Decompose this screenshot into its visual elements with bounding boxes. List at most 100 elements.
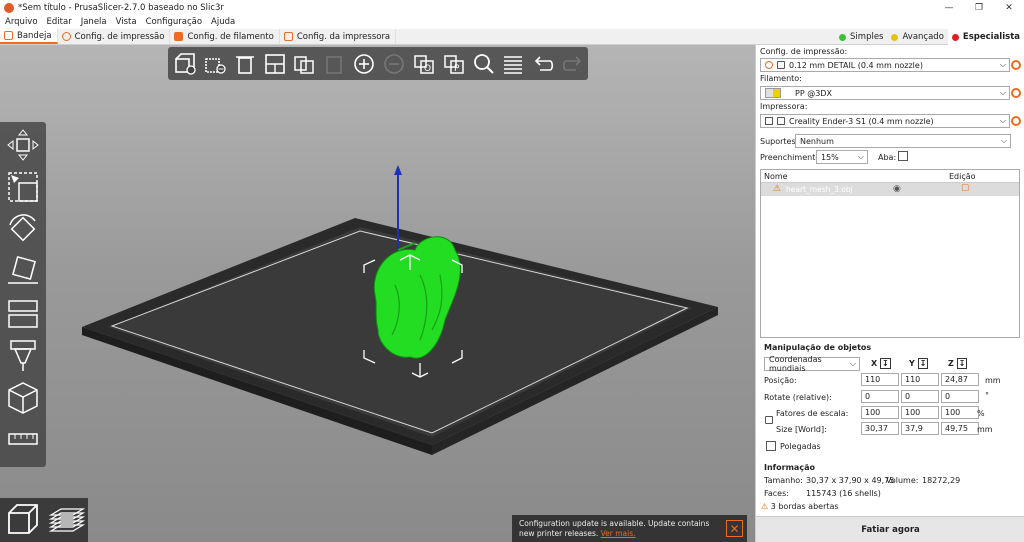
delete-object-button[interactable]	[202, 51, 228, 77]
supports-combo[interactable]: Nenhum ⌵	[795, 134, 1011, 148]
yellow-dot-icon	[891, 33, 899, 41]
add-instance-button[interactable]	[351, 51, 377, 77]
tab-bandeja[interactable]: Bandeja	[0, 29, 58, 44]
rotate-x-field[interactable]: 0	[861, 390, 899, 403]
chevron-down-icon: ⌵	[849, 359, 856, 368]
eye-icon[interactable]: ◉	[893, 184, 901, 194]
gear-icon[interactable]	[1011, 60, 1021, 70]
split-parts-button[interactable]: P	[441, 51, 467, 77]
menu-arquivo[interactable]: Arquivo	[0, 17, 42, 27]
slice-now-button[interactable]: Fatiar agora	[756, 516, 1024, 542]
size-unit: mm	[977, 425, 993, 434]
size-x-field[interactable]: 30,37	[861, 422, 899, 435]
chevron-down-icon: ⌵	[999, 88, 1006, 97]
svg-text:P: P	[454, 64, 460, 74]
drop-to-bed-icon[interactable]: ↧	[956, 358, 968, 369]
maximize-button[interactable]: ❐	[964, 0, 994, 15]
position-y-field[interactable]: 110	[901, 373, 939, 386]
cog-icon	[61, 32, 71, 41]
scale-x-field[interactable]: 100	[861, 406, 899, 419]
3d-view-button[interactable]	[0, 498, 44, 542]
redo-button[interactable]	[560, 51, 586, 77]
minimize-button[interactable]: —	[934, 0, 964, 15]
plater-icon	[4, 31, 13, 40]
remove-instance-button[interactable]	[381, 51, 407, 77]
left-toolbar	[0, 122, 46, 467]
info-title: Informação	[764, 463, 815, 472]
position-z-field[interactable]: 24,87	[941, 373, 979, 386]
paste-button[interactable]	[321, 51, 347, 77]
close-button[interactable]: ✕	[994, 0, 1024, 15]
axis-z-label: Z ↧	[948, 358, 968, 369]
edit-icon[interactable]: ☐	[961, 184, 969, 194]
menu-janela[interactable]: Janela	[76, 17, 111, 27]
place-on-face-button[interactable]	[3, 251, 43, 291]
layers-preview-icon	[48, 508, 85, 532]
size-y-field[interactable]: 37,9	[901, 422, 939, 435]
tab-label: Config. de impressão	[74, 31, 165, 42]
chevron-down-icon: ⌵	[1000, 136, 1007, 145]
object-row[interactable]: ⚠ heart_mesh_3.obj ◉ ☐	[761, 183, 1019, 196]
notification-close-button[interactable]: ✕	[726, 520, 743, 537]
drop-to-bed-icon[interactable]: ↧	[917, 358, 929, 369]
menu-vista[interactable]: Vista	[111, 17, 141, 27]
scale-y-field[interactable]: 100	[901, 406, 939, 419]
scale-tool-button[interactable]	[3, 293, 43, 333]
print-settings-combo[interactable]: 0.12 mm DETAIL (0.4 mm nozzle) ⌵	[760, 58, 1010, 72]
cut-tool-button[interactable]	[3, 335, 43, 375]
support-paint-button[interactable]	[3, 377, 43, 417]
tab-filament-settings[interactable]: Config. de filamento	[170, 29, 280, 44]
tab-label: Config. de filamento	[187, 31, 274, 42]
notification-link[interactable]: Ver mais.	[601, 529, 636, 538]
undo-button[interactable]	[530, 51, 556, 77]
printer-label: Impressora:	[760, 102, 808, 111]
brim-checkbox[interactable]	[898, 151, 908, 161]
mode-simple[interactable]: Simples	[835, 29, 887, 45]
object-list-header: Nome Edição	[761, 170, 1019, 183]
rotate-y-field[interactable]: 0	[901, 390, 939, 403]
menu-editar[interactable]: Editar	[42, 17, 76, 27]
layers-icon	[504, 55, 523, 74]
preview-button[interactable]	[44, 498, 88, 542]
rotate-z-field[interactable]: 0	[941, 390, 979, 403]
object-list: Nome Edição ⚠ heart_mesh_3.obj ◉ ☐	[760, 169, 1020, 338]
measure-tool-button[interactable]	[3, 419, 43, 459]
search-button[interactable]	[471, 51, 497, 77]
tab-printer-settings[interactable]: Config. da impressora	[280, 29, 397, 44]
lock-icon[interactable]	[765, 416, 773, 424]
copy-button[interactable]	[291, 51, 317, 77]
select-tool-button[interactable]	[3, 167, 43, 207]
warning-icon: ⚠	[773, 184, 782, 194]
3d-viewport[interactable]: O P Configuration update is available. U…	[0, 45, 755, 542]
warning-line: ⚠ 3 bordas abertas	[761, 502, 839, 511]
split-objects-button[interactable]: O	[411, 51, 437, 77]
arrange-button[interactable]	[262, 51, 288, 77]
add-object-button[interactable]	[172, 51, 198, 77]
position-x-field[interactable]: 110	[861, 373, 899, 386]
layers-editing-button[interactable]	[500, 51, 526, 77]
drop-to-bed-icon[interactable]: ↧	[879, 358, 891, 369]
infill-combo[interactable]: 15% ⌵	[816, 150, 868, 164]
green-dot-icon	[839, 33, 847, 41]
scale-z-field[interactable]: 100	[941, 406, 979, 419]
mode-advanced[interactable]: Avançado	[887, 29, 947, 45]
coordinate-system-combo[interactable]: Coordenadas mundiais ⌵	[764, 355, 860, 373]
filament-combo[interactable]: PP @3DX ⌵	[760, 86, 1010, 100]
gear-icon[interactable]	[1011, 116, 1021, 126]
inches-checkbox[interactable]	[766, 441, 776, 451]
minus-circle-icon	[384, 53, 404, 74]
cog-icon	[765, 61, 773, 69]
gear-icon[interactable]	[1011, 88, 1021, 98]
rotate-tool-button[interactable]	[3, 209, 43, 249]
size-z-field[interactable]: 49,75	[941, 422, 979, 435]
redo-icon	[563, 55, 582, 71]
printer-combo[interactable]: Creality Ender-3 S1 (0.4 mm nozzle) ⌵	[760, 114, 1010, 128]
delete-all-button[interactable]	[232, 51, 258, 77]
mode-expert[interactable]: Especialista	[947, 29, 1024, 45]
size-label: Size [World]:	[776, 425, 827, 434]
menu-ajuda[interactable]: Ajuda	[206, 17, 239, 27]
menu-configuracao[interactable]: Configuração	[141, 17, 206, 27]
move-tool-button[interactable]	[3, 125, 43, 165]
tab-print-settings[interactable]: Config. de impressão	[58, 29, 171, 44]
add-cube-icon	[175, 52, 196, 75]
